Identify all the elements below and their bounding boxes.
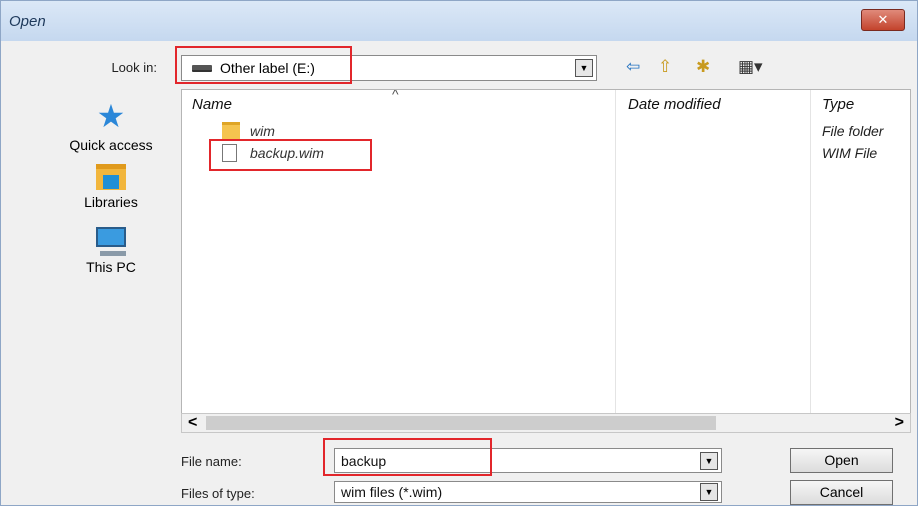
scroll-right-button[interactable]: > [895, 414, 904, 432]
file-name: wim [250, 123, 275, 139]
look-in-label: Look in: [111, 60, 157, 75]
place-label: Quick access [69, 137, 153, 153]
highlight-backup-file [209, 139, 372, 171]
folder-icon [222, 122, 240, 140]
place-label: This PC [86, 259, 136, 275]
place-quick-access[interactable]: ★ Quick access [51, 99, 171, 153]
chevron-down-icon[interactable]: ▼ [700, 483, 718, 501]
open-button[interactable]: Open [790, 448, 893, 473]
scroll-thumb[interactable] [206, 416, 716, 430]
file-list[interactable]: Name ^ Date modified Type wim File folde… [181, 89, 911, 414]
sort-ascending-icon: ^ [392, 89, 399, 102]
file-type: WIM File [822, 145, 878, 161]
place-libraries[interactable]: Libraries [51, 164, 171, 210]
files-of-type-label: Files of type: [181, 486, 255, 501]
cancel-button[interactable]: Cancel [790, 480, 893, 505]
up-folder-icon[interactable]: ⇧ [658, 57, 672, 77]
scroll-left-button[interactable]: < [188, 414, 197, 432]
files-of-type-select[interactable]: wim files (*.wim) ▼ [334, 481, 722, 503]
view-menu-icon[interactable]: ▦▾ [738, 57, 763, 77]
file-type: File folder [822, 123, 884, 139]
files-of-type-value: wim files (*.wim) [341, 484, 443, 500]
column-header-name[interactable]: Name [192, 96, 232, 113]
close-icon: ✕ [877, 12, 889, 27]
close-button[interactable]: ✕ [861, 9, 905, 31]
chevron-down-icon[interactable]: ▼ [700, 452, 718, 470]
quick-access-star-icon: ★ [96, 98, 126, 134]
chevron-down-icon[interactable]: ▼ [575, 59, 593, 77]
column-header-type[interactable]: Type [822, 96, 854, 113]
place-this-pc[interactable]: This PC [51, 227, 171, 275]
highlight-file-name [323, 438, 492, 476]
place-label: Libraries [84, 194, 138, 210]
dialog-title: Open [9, 13, 46, 30]
new-folder-icon[interactable]: ✱ [696, 57, 710, 77]
title-bar: Open ✕ [1, 1, 917, 41]
libraries-icon [96, 164, 126, 190]
highlight-look-in [175, 46, 352, 84]
open-dialog: Open ✕ Look in: Other label (E:) ▼ ⇦ ⇧ ✱… [0, 0, 918, 506]
column-header-date-modified[interactable]: Date modified [628, 96, 721, 113]
back-icon[interactable]: ⇦ [626, 57, 640, 77]
file-name-label: File name: [181, 454, 242, 469]
this-pc-icon [96, 227, 126, 256]
horizontal-scrollbar[interactable]: < > [181, 413, 911, 433]
